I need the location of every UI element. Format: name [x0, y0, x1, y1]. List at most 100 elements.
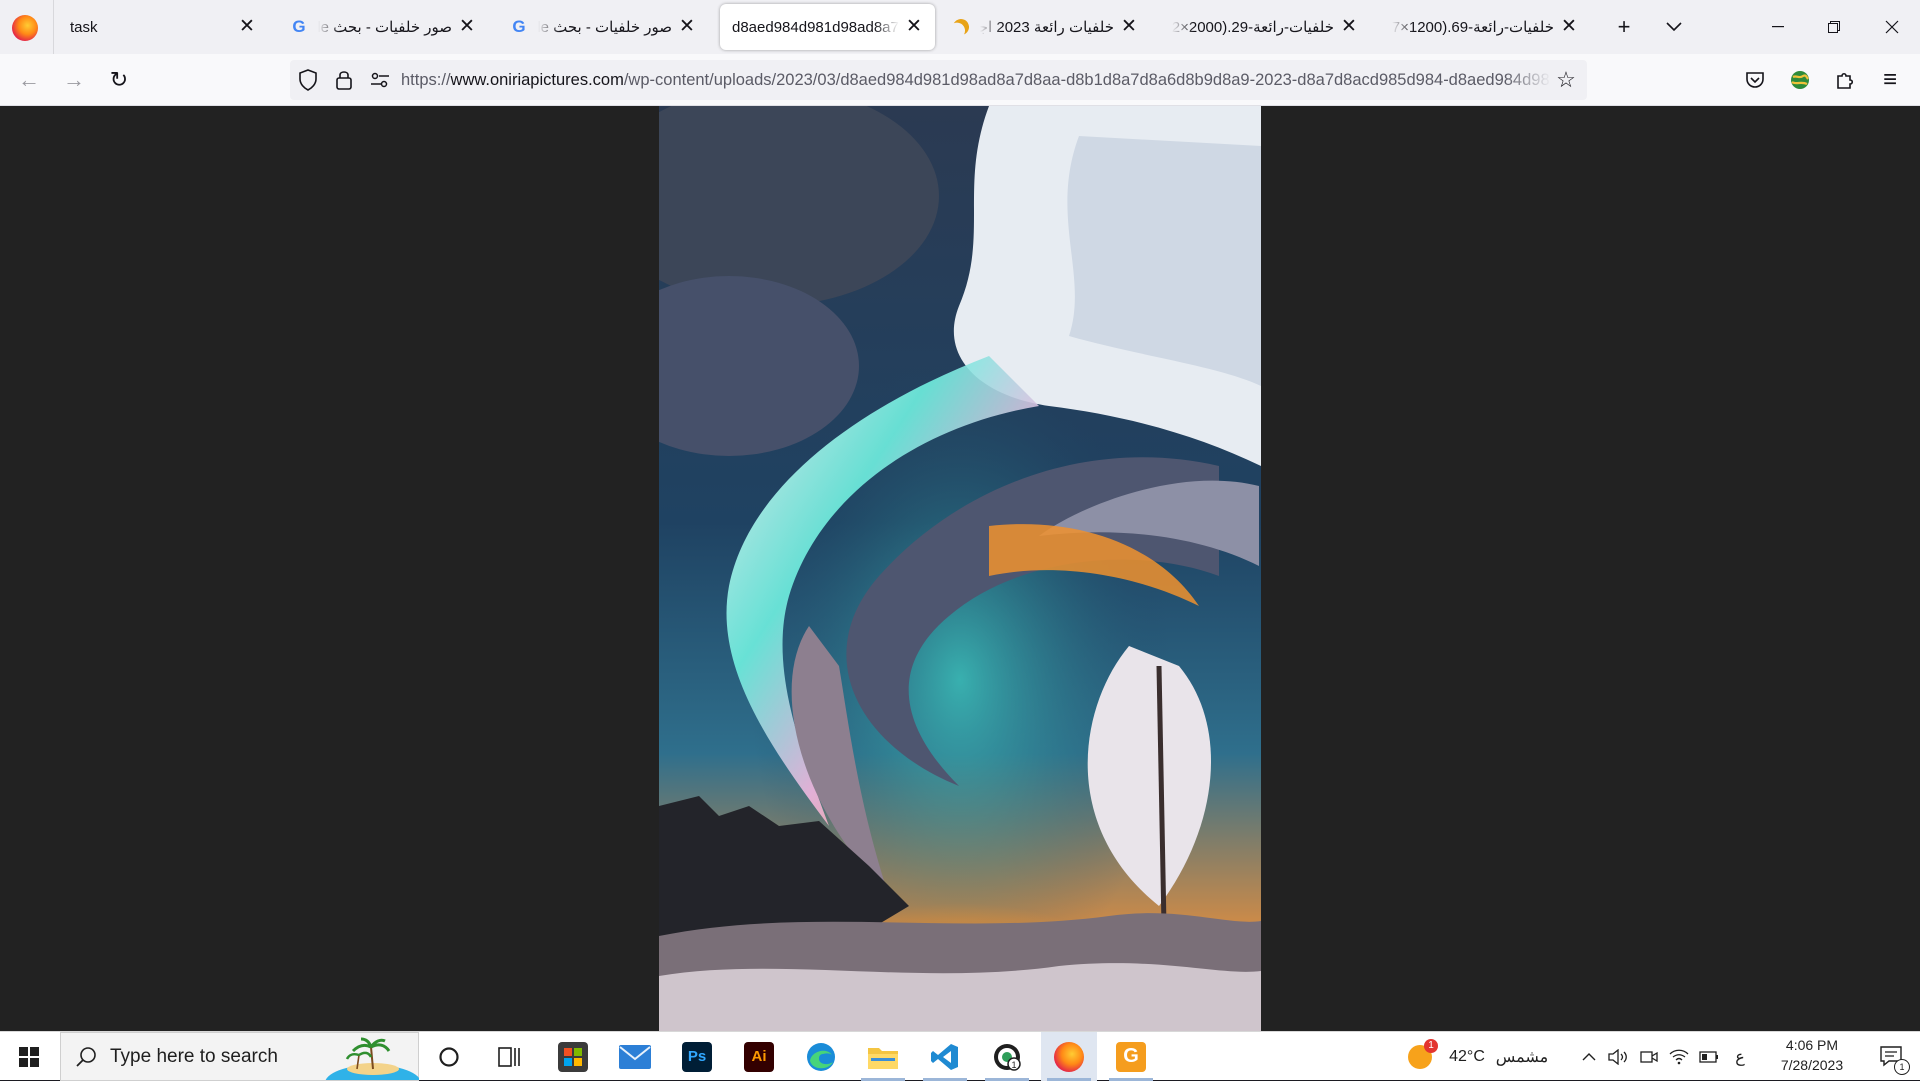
taskbar-app-browser[interactable]: 1: [979, 1032, 1035, 1081]
taskbar-clock[interactable]: 4:06 PM 7/28/2023: [1752, 1032, 1872, 1081]
svg-text:1: 1: [1011, 1060, 1016, 1070]
taskbar-app-orange[interactable]: G: [1103, 1032, 1159, 1081]
weather-condition[interactable]: مشمس: [1492, 1032, 1552, 1081]
illustrator-icon: Ai: [744, 1041, 774, 1072]
aurora-cloud-vortex-picture: [659, 106, 1261, 1031]
tab-title: d8aed984d981d98ad8a7d: [732, 18, 899, 36]
task-view-icon: [498, 1046, 520, 1067]
new-tab-button[interactable]: +: [1607, 10, 1641, 44]
tab-task[interactable]: task ✕: [58, 4, 268, 50]
back-button[interactable]: ←: [11, 62, 47, 98]
vscode-icon: [931, 1043, 958, 1070]
taskbar-app-file-explorer[interactable]: [855, 1032, 911, 1081]
url-scheme: https://: [401, 71, 451, 89]
tab-separator: [53, 0, 54, 54]
clock-time: 4:06 PM: [1785, 1037, 1839, 1053]
address-bar[interactable]: https://www.oniriapictures.com/wp-conten…: [290, 60, 1587, 100]
taskbar-app-store[interactable]: [545, 1032, 601, 1081]
firefox-icon[interactable]: [12, 15, 38, 41]
volume-icon[interactable]: [1606, 1032, 1630, 1081]
list-all-tabs-button[interactable]: [1657, 10, 1691, 44]
tab-title: صور خلفيات - بحث Google: [318, 19, 452, 36]
navigation-toolbar: ← → ↻ https://www.oniriapictures.com/wp-…: [0, 54, 1920, 106]
plus-icon: +: [1617, 14, 1631, 39]
close-tab-icon[interactable]: ✕: [1120, 17, 1138, 36]
moon-icon: [952, 18, 970, 36]
minimize-icon: [1772, 26, 1784, 28]
tab-title: task: [70, 18, 98, 36]
taskbar-app-photoshop[interactable]: Ps: [669, 1032, 725, 1081]
weather-sun-icon[interactable]: 1: [1405, 1032, 1438, 1081]
edge-icon: [807, 1042, 835, 1071]
google-icon: G: [292, 17, 306, 36]
search-icon: [76, 1047, 96, 1067]
input-language-indicator[interactable]: ع: [1730, 1032, 1750, 1081]
reload-button[interactable]: ↻: [101, 62, 137, 98]
url-domain: www.oniriapictures.com: [450, 71, 624, 89]
restore-button[interactable]: [1806, 0, 1862, 54]
close-tab-icon[interactable]: ✕: [1560, 17, 1578, 36]
weather-badge: 1: [1424, 1038, 1438, 1053]
notification-center-button[interactable]: 1: [1870, 1032, 1914, 1081]
show-hidden-icons-button[interactable]: [1578, 1032, 1600, 1081]
search-highlight-island-icon: [325, 1037, 419, 1080]
taskbar-app-edge[interactable]: [793, 1032, 849, 1081]
tab-google-search-1[interactable]: G صور خلفيات - بحث Google ✕: [278, 4, 488, 50]
tab-wallpaper-69[interactable]: خلفيات-رائعة-69.(1200×1807 pixels) ✕: [1380, 4, 1590, 50]
chevron-down-icon: [1666, 22, 1682, 32]
pocket-button[interactable]: [1737, 62, 1773, 98]
extensions-button[interactable]: [1827, 62, 1863, 98]
close-tab-icon[interactable]: ✕: [678, 17, 696, 36]
tab-strip: task ✕ G صور خلفيات - بحث Google ✕ G صور…: [0, 0, 1920, 54]
restore-icon: [1828, 21, 1840, 33]
task-view-button[interactable]: [482, 1032, 538, 1081]
firefox-icon: [1054, 1041, 1084, 1072]
tracking-protection-icon[interactable]: [296, 68, 320, 92]
tab-title: خلفيات-رائعة-69.(1200×1807 pixels): [1392, 19, 1554, 36]
tab-title: صور خلفيات - بحث Google: [538, 19, 672, 36]
extension-globe-button[interactable]: [1782, 62, 1818, 98]
windows-logo-icon: [19, 1046, 39, 1067]
arrow-right-icon: →: [63, 67, 85, 92]
displayed-image[interactable]: [659, 106, 1261, 1031]
windows-taskbar: Type here to search Ps Ai 1 G 1 42°C مشم…: [0, 1031, 1920, 1081]
url-text[interactable]: https://www.oniriapictures.com/wp-conten…: [401, 60, 1551, 100]
close-tab-icon[interactable]: ✕: [238, 17, 256, 36]
app-menu-button[interactable]: ≡: [1872, 62, 1908, 98]
forward-button[interactable]: →: [56, 62, 92, 98]
meet-now-icon[interactable]: [1637, 1032, 1661, 1081]
start-button[interactable]: [0, 1032, 58, 1081]
close-tab-icon[interactable]: ✕: [458, 17, 476, 36]
puzzle-icon: [1837, 72, 1854, 89]
bookmark-star-icon[interactable]: ☆: [1554, 67, 1578, 92]
taskbar-app-mail[interactable]: [607, 1032, 663, 1081]
tab-image-active[interactable]: d8aed984d981d98ad8a7d ✕: [720, 4, 935, 50]
tab-wallpapers-2023[interactable]: خلفيات رائعة 2023 اجمل ✕: [940, 4, 1150, 50]
taskbar-app-illustrator[interactable]: Ai: [731, 1032, 787, 1081]
pocket-icon: [1746, 72, 1764, 88]
network-icon[interactable]: [1667, 1032, 1691, 1081]
star-glyph: ☆: [1556, 67, 1576, 92]
search-placeholder: Type here to search: [110, 1046, 278, 1067]
weather-temperature[interactable]: 42°C: [1442, 1032, 1492, 1081]
close-tab-icon[interactable]: ✕: [1340, 17, 1358, 36]
minimize-button[interactable]: [1750, 0, 1806, 54]
tab-wallpaper-29[interactable]: خلفيات-رائعة-29.(2000×1332 pixels) ✕: [1160, 4, 1370, 50]
mail-icon: [619, 1044, 651, 1069]
photoshop-icon: Ps: [682, 1041, 712, 1072]
lock-icon[interactable]: [332, 68, 356, 92]
battery-icon[interactable]: [1697, 1032, 1721, 1081]
permissions-icon[interactable]: [368, 68, 392, 92]
close-window-button[interactable]: [1864, 0, 1920, 54]
cortana-button[interactable]: [421, 1032, 477, 1081]
google-icon: G: [512, 17, 526, 36]
taskbar-search-box[interactable]: Type here to search: [60, 1032, 419, 1081]
cortana-circle-icon: [439, 1046, 459, 1067]
tab-title: خلفيات-رائعة-29.(2000×1332 pixels): [1172, 19, 1334, 36]
orange-app-icon: G: [1116, 1041, 1146, 1072]
taskbar-app-firefox[interactable]: [1041, 1032, 1097, 1081]
close-tab-icon[interactable]: ✕: [905, 17, 923, 36]
taskbar-app-vscode[interactable]: [917, 1032, 973, 1081]
url-path: /wp-content/uploads/2023/03/d8aed984d981…: [623, 71, 1551, 89]
tab-google-search-2[interactable]: G صور خلفيات - بحث Google ✕: [498, 4, 708, 50]
